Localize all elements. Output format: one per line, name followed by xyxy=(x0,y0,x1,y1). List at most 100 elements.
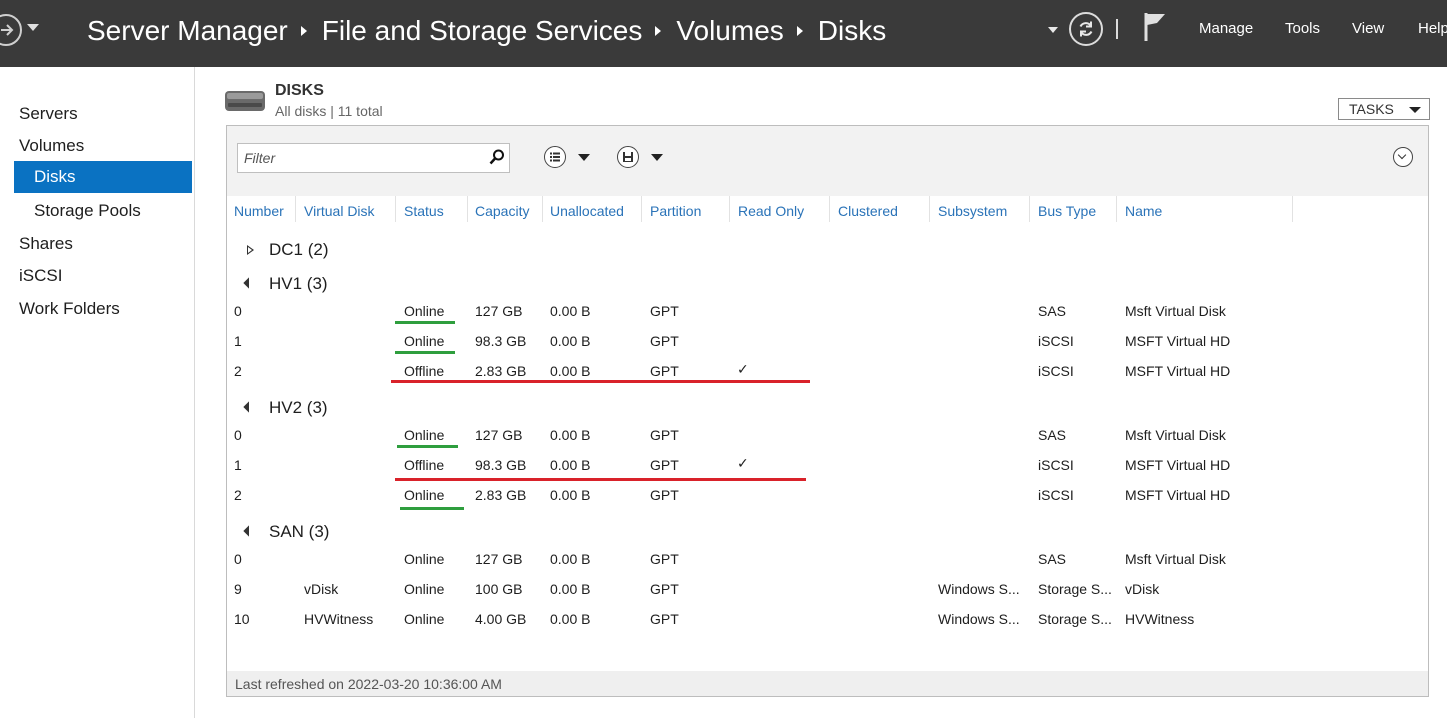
breadcrumb-separator-icon xyxy=(655,26,662,36)
chevron-down-icon xyxy=(1409,107,1421,113)
cell-name: vDisk xyxy=(1125,581,1160,597)
column-header-unallocated[interactable]: Unallocated xyxy=(550,203,624,223)
column-separator xyxy=(542,196,543,222)
sidebar-item-iscsi[interactable]: iSCSI xyxy=(0,260,192,292)
column-header-clustered[interactable]: Clustered xyxy=(838,203,898,223)
cell-capacity: 2.83 GB xyxy=(475,363,527,379)
history-dropdown-icon[interactable] xyxy=(27,24,39,31)
cell-unallocated: 0.00 B xyxy=(550,457,591,473)
cell-name: HVWitness xyxy=(1125,611,1195,627)
tasks-label: TASKS xyxy=(1349,101,1394,117)
cell-bus-type: iSCSI xyxy=(1038,487,1074,503)
cell-status: Online xyxy=(404,427,445,443)
column-separator xyxy=(1292,196,1293,222)
cell-partition: GPT xyxy=(650,427,679,443)
breadcrumb-disks: Disks xyxy=(817,15,887,46)
cell-unallocated: 0.00 B xyxy=(550,611,591,627)
back-button[interactable] xyxy=(0,14,22,46)
breadcrumb-volumes[interactable]: Volumes xyxy=(676,15,783,47)
tasks-button[interactable]: TASKS xyxy=(1338,98,1430,120)
cell-name: MSFT Virtual HD xyxy=(1125,457,1231,473)
cell-name: Msft Virtual Disk xyxy=(1125,427,1226,443)
cell-number: 0 xyxy=(234,551,242,567)
column-header-subsystem[interactable]: Subsystem xyxy=(938,203,1007,223)
breadcrumb-file-storage[interactable]: File and Storage Services xyxy=(322,15,643,47)
cell-capacity: 127 GB xyxy=(475,427,523,443)
column-separator xyxy=(1116,196,1117,222)
sidebar-item-shares[interactable]: Shares xyxy=(0,228,192,260)
checkmark-icon: ✓ xyxy=(737,361,749,377)
cell-number: 1 xyxy=(234,333,242,349)
column-header-bus-type[interactable]: Bus Type xyxy=(1038,203,1096,223)
online-marker-underline xyxy=(395,351,455,354)
cell-bus-type: SAS xyxy=(1038,427,1067,443)
column-header-name[interactable]: Name xyxy=(1125,203,1162,223)
cell-bus-type: iSCSI xyxy=(1038,363,1074,379)
expand-arrow-icon xyxy=(247,245,254,255)
cell-name: MSFT Virtual HD xyxy=(1125,333,1231,349)
section-subtitle: All disks | 11 total xyxy=(275,103,383,119)
sidebar-item-volumes[interactable]: Volumes xyxy=(0,130,192,162)
filter-input[interactable]: Filter xyxy=(237,143,510,173)
collapse-arrow-icon xyxy=(243,401,255,413)
cell-capacity: 4.00 GB xyxy=(475,611,527,627)
refresh-button[interactable] xyxy=(1069,12,1103,46)
column-header-status[interactable]: Status xyxy=(404,203,444,223)
cell-partition: GPT xyxy=(650,487,679,503)
menu-help[interactable]: Help xyxy=(1418,20,1447,37)
cell-status: Online xyxy=(404,333,445,349)
column-header-partition[interactable]: Partition xyxy=(650,203,701,223)
save-query-button[interactable] xyxy=(617,146,639,168)
sidebar-item-disks[interactable]: Disks xyxy=(14,161,192,193)
cell-unallocated: 0.00 B xyxy=(550,551,591,567)
cell-name: MSFT Virtual HD xyxy=(1125,363,1231,379)
notifications-flag-icon[interactable] xyxy=(1143,11,1169,43)
menu-tools[interactable]: Tools xyxy=(1285,20,1320,37)
cell-status: Online xyxy=(404,487,445,503)
menu-manage[interactable]: Manage xyxy=(1199,20,1253,37)
cell-virtual-disk: vDisk xyxy=(304,581,339,597)
view-options-dropdown-icon[interactable] xyxy=(578,154,590,161)
cell-number: 0 xyxy=(234,427,242,443)
cell-unallocated: 0.00 B xyxy=(550,581,591,597)
sidebar-item-storage-pools[interactable]: Storage Pools xyxy=(0,195,192,227)
sidebar-item-work-folders[interactable]: Work Folders xyxy=(0,293,192,325)
cell-name: Msft Virtual Disk xyxy=(1125,551,1226,567)
cell-number: 9 xyxy=(234,581,242,597)
menu-view[interactable]: View xyxy=(1352,20,1384,37)
cell-capacity: 98.3 GB xyxy=(475,333,527,349)
cell-subsystem: Windows S... xyxy=(938,611,1020,627)
online-marker-underline xyxy=(395,321,455,324)
cell-number: 2 xyxy=(234,487,242,503)
column-header-capacity[interactable]: Capacity xyxy=(475,203,529,223)
online-marker-underline xyxy=(400,507,464,510)
view-options-button[interactable] xyxy=(544,146,566,168)
column-header-virtual-disk[interactable]: Virtual Disk xyxy=(304,203,375,223)
breadcrumb-dropdown-icon[interactable] xyxy=(1048,27,1058,33)
column-header-read-only[interactable]: Read Only xyxy=(738,203,804,223)
cell-subsystem: Windows S... xyxy=(938,581,1020,597)
cell-partition: GPT xyxy=(650,303,679,319)
cell-capacity: 127 GB xyxy=(475,303,523,319)
sidebar-item-servers[interactable]: Servers xyxy=(0,98,192,130)
column-separator xyxy=(295,196,296,222)
search-icon[interactable] xyxy=(489,149,505,165)
cell-partition: GPT xyxy=(650,363,679,379)
save-icon xyxy=(622,151,633,162)
column-separator xyxy=(395,196,396,222)
cell-capacity: 127 GB xyxy=(475,551,523,567)
toolbar: Filter xyxy=(227,126,1428,196)
cell-bus-type: SAS xyxy=(1038,303,1067,319)
cell-unallocated: 0.00 B xyxy=(550,363,591,379)
save-query-dropdown-icon[interactable] xyxy=(651,154,663,161)
cell-partition: GPT xyxy=(650,611,679,627)
cell-name: Msft Virtual Disk xyxy=(1125,303,1226,319)
expand-toolbar-button[interactable] xyxy=(1393,147,1413,167)
cell-capacity: 98.3 GB xyxy=(475,457,527,473)
breadcrumb-server-manager[interactable]: Server Manager xyxy=(87,15,288,47)
collapse-arrow-icon xyxy=(243,277,255,289)
online-marker-underline xyxy=(397,445,458,448)
column-separator xyxy=(829,196,830,222)
cell-partition: GPT xyxy=(650,551,679,567)
column-header-number[interactable]: Number xyxy=(234,203,284,223)
